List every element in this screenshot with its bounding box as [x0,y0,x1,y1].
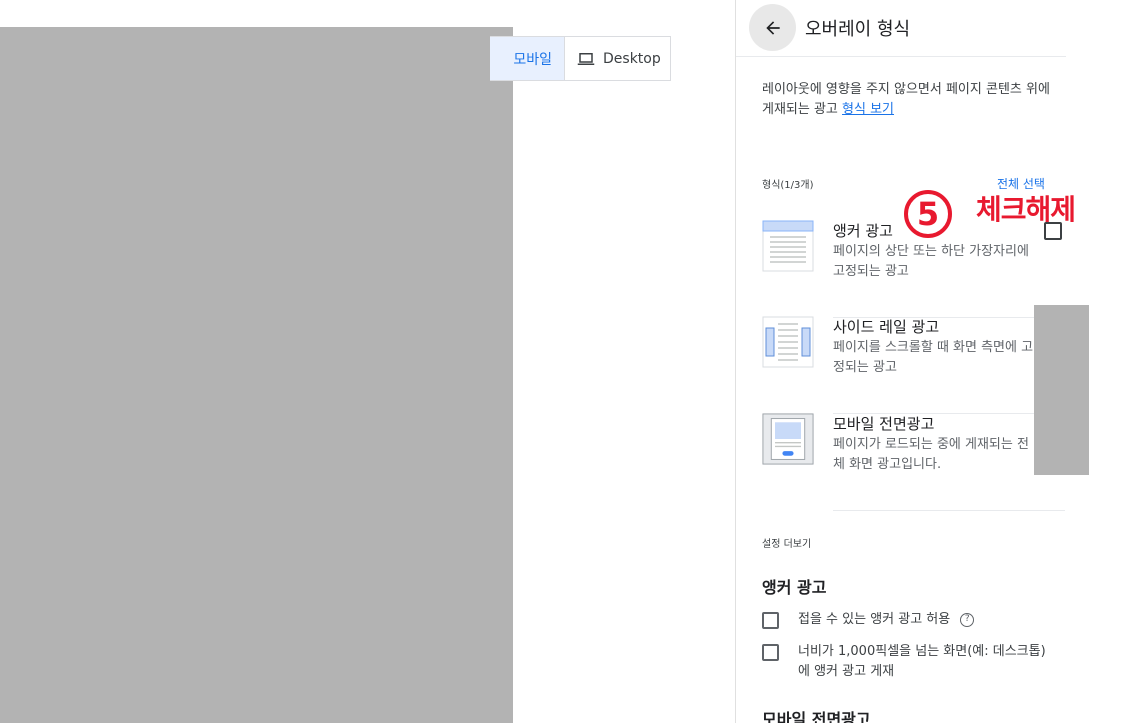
panel-title: 오버레이 형식 [805,19,911,40]
description: 레이아웃에 영향을 주지 않으면서 페이지 콘텐츠 위에 게재되는 광고 형식 … [762,80,1062,120]
side-rail-ad-thumbnail [762,316,814,368]
tab-desktop-label: Desktop [603,50,661,67]
collapsible-anchor-label: 접을 수 있는 앵커 광고 허용 [798,612,951,627]
formats-count: 형식(1/3개) [762,180,814,191]
description-text: 레이아웃에 영향을 주지 않으면서 페이지 콘텐츠 위에 게재되는 광고 [762,82,1050,117]
format-title: 모바일 전면광고 [833,415,935,433]
option-label: 너비가 1,000픽셀을 넘는 화면(예: 데스크톱)에 앵커 광고 게재 [798,644,1046,679]
tab-mobile[interactable]: 모바일 [490,37,565,80]
preview-mask [0,27,513,723]
settings-panel: 오버레이 형식 레이아웃에 영향을 주지 않으면서 페이지 콘텐츠 위에 게재되… [735,0,1130,723]
anchor-ad-thumbnail [762,220,814,272]
help-circle-icon[interactable]: ? [960,612,975,627]
tab-mobile-label: 모바일 [513,51,552,68]
interstitial-ad-thumbnail [762,413,814,465]
format-item-anchor: 앵커 광고 페이지의 상단 또는 하단 가장자리에 고정되는 광고 [762,220,1065,318]
format-description: 페이지를 스크롤할 때 화면 측면에 고정되는 광고 [833,340,1034,375]
collapsible-anchor-checkbox[interactable] [762,612,779,629]
tab-desktop[interactable]: Desktop [565,37,670,80]
option-label: 접을 수 있는 앵커 광고 허용? [798,610,1048,630]
wide-screen-anchor-checkbox[interactable] [762,644,779,661]
redaction-mask [1034,305,1089,475]
anchor-section-title: 앵커 광고 [762,578,827,597]
arrow-left-icon [765,20,780,35]
format-description: 페이지의 상단 또는 하단 가장자리에 고정되는 광고 [833,244,1029,279]
more-settings-label: 설정 더보기 [762,539,812,550]
format-description: 페이지가 로드되는 중에 게재되는 전체 화면 광고입니다. [833,437,1029,472]
format-item-interstitial: 모바일 전면광고 페이지가 로드되는 중에 게재되는 전체 화면 광고입니다. [762,413,1065,511]
panel-header: 오버레이 형식 [736,0,1066,57]
laptop-icon [577,52,595,65]
device-toggle: 모바일 Desktop [490,36,671,81]
format-item-side-rail: 사이드 레일 광고 페이지를 스크롤할 때 화면 측면에 고정되는 광고 [762,316,1065,414]
divider [833,510,1065,511]
back-button[interactable] [749,4,796,51]
interstitial-section-title: 모바일 전면광고 [762,710,871,723]
format-title: 앵커 광고 [833,222,893,240]
anchor-ad-checkbox[interactable] [1044,222,1062,240]
format-title: 사이드 레일 광고 [833,318,940,336]
view-formats-link[interactable]: 형식 보기 [842,102,894,117]
